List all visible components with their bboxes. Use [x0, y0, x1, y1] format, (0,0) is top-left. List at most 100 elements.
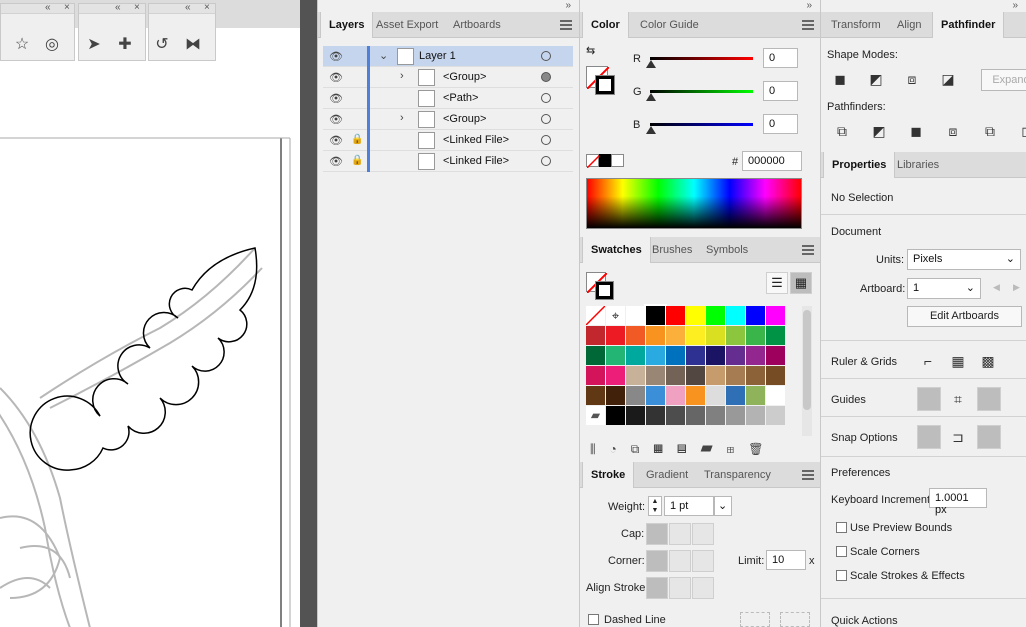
visibility-eye-icon[interactable]: 👁: [329, 134, 343, 147]
r-slider-knob[interactable]: [646, 60, 656, 68]
panel-menu-icon[interactable]: [802, 245, 814, 255]
color-swatch[interactable]: [766, 326, 785, 345]
color-swatch[interactable]: [706, 306, 725, 325]
tray-header[interactable]: « ×: [149, 2, 215, 14]
tray-header[interactable]: « ×: [79, 2, 145, 14]
reflect-icon[interactable]: ⧓: [182, 34, 204, 56]
color-swatch[interactable]: [666, 406, 685, 425]
use-preview-bounds-checkbox[interactable]: [836, 522, 847, 533]
collapse-icon[interactable]: «: [45, 2, 51, 13]
tray-header[interactable]: « ×: [1, 2, 74, 14]
scale-corners-checkbox[interactable]: [836, 546, 847, 557]
color-swatch[interactable]: [706, 366, 725, 385]
next-artboard-icon[interactable]: ▶: [1013, 282, 1020, 293]
color-swatch[interactable]: [726, 346, 745, 365]
color-swatch[interactable]: [766, 366, 785, 385]
snap-to-pixel-icon[interactable]: ⊐: [947, 426, 969, 448]
color-swatch[interactable]: [586, 366, 605, 385]
b-slider-knob[interactable]: [646, 126, 656, 134]
bevel-join-icon[interactable]: [692, 550, 714, 572]
color-swatch[interactable]: [666, 346, 685, 365]
color-swatch[interactable]: [686, 306, 705, 325]
color-swatch[interactable]: [586, 386, 605, 405]
units-dropdown[interactable]: Pixels ⌄: [907, 249, 1021, 270]
tab-pathfinder[interactable]: Pathfinder: [932, 12, 1005, 38]
outline-icon[interactable]: ⧉: [979, 120, 1001, 142]
scrollbar-thumb[interactable]: [803, 310, 811, 410]
layer-name[interactable]: <Path>: [443, 92, 478, 104]
list-view-icon[interactable]: ☰: [766, 272, 788, 294]
swatch-stroke[interactable]: [595, 281, 614, 300]
crop-icon[interactable]: ⧈: [942, 120, 964, 142]
color-swatch[interactable]: [666, 306, 685, 325]
color-swatch[interactable]: [606, 366, 625, 385]
color-swatch[interactable]: [606, 346, 625, 365]
color-swatch[interactable]: [726, 406, 745, 425]
folder-icon[interactable]: ▰: [701, 442, 727, 456]
tab-color[interactable]: Color: [582, 12, 629, 38]
panel-menu-icon[interactable]: [560, 20, 572, 30]
close-icon[interactable]: ×: [204, 2, 210, 13]
intersect-icon[interactable]: ⧈: [901, 68, 923, 90]
tab-stroke[interactable]: Stroke: [582, 462, 635, 488]
b-slider[interactable]: [650, 123, 753, 126]
weight-stepper[interactable]: ▲ ▼: [648, 496, 662, 516]
tab-layers[interactable]: Layers: [320, 12, 374, 38]
color-swatch[interactable]: [746, 386, 765, 405]
color-group-icon[interactable]: ▦: [653, 442, 677, 456]
color-swatch[interactable]: [646, 346, 665, 365]
color-swatch[interactable]: [646, 366, 665, 385]
layer-name[interactable]: <Linked File>: [443, 134, 509, 146]
limit-field[interactable]: 10: [766, 550, 806, 570]
color-swatch[interactable]: [646, 406, 665, 425]
exclude-icon[interactable]: ◪: [937, 68, 959, 90]
weight-field[interactable]: 1 pt: [664, 496, 714, 516]
color-swatch[interactable]: [766, 346, 785, 365]
folder-icon[interactable]: ▰: [586, 406, 605, 425]
r-value-field[interactable]: 0: [763, 48, 798, 68]
lock-icon[interactable]: 🔒: [351, 134, 363, 145]
add-anchor-icon[interactable]: ✚: [114, 34, 136, 56]
color-swatch[interactable]: [646, 326, 665, 345]
align-outside-icon[interactable]: [692, 577, 714, 599]
layer-name[interactable]: <Group>: [443, 71, 486, 83]
close-icon[interactable]: ×: [64, 2, 70, 13]
trim-icon[interactable]: ◩: [868, 120, 890, 142]
panel-menu-icon[interactable]: [802, 20, 814, 30]
color-swatch[interactable]: [706, 346, 725, 365]
dashed-line-checkbox[interactable]: [588, 614, 599, 625]
grid-view-icon[interactable]: ▦: [790, 272, 812, 294]
color-swatch[interactable]: [706, 406, 725, 425]
divide-icon[interactable]: ⧉: [831, 120, 853, 142]
blob-brush-icon[interactable]: ◎: [41, 34, 63, 56]
edit-artboards-button[interactable]: Edit Artboards: [907, 306, 1022, 327]
layer-row[interactable]: 👁 ⌄ Layer 1: [323, 46, 573, 67]
color-swatch[interactable]: [746, 306, 765, 325]
show-guides-icon[interactable]: [917, 387, 941, 411]
snap-to-point-icon[interactable]: [917, 425, 941, 449]
color-swatch[interactable]: [626, 386, 645, 405]
direct-select-icon[interactable]: ➤: [83, 34, 105, 56]
black-color-button[interactable]: [599, 154, 611, 167]
tab-transform[interactable]: Transform: [823, 12, 889, 38]
color-swatch[interactable]: [686, 366, 705, 385]
minus-back-icon[interactable]: ◻: [1016, 120, 1026, 142]
expand-toggle-icon[interactable]: ⌄: [379, 49, 388, 62]
color-swatch[interactable]: [646, 386, 665, 405]
color-swatch[interactable]: [666, 386, 685, 405]
color-swatch[interactable]: [626, 406, 645, 425]
tab-align[interactable]: Align: [889, 12, 929, 38]
color-swatch[interactable]: [644, 304, 667, 327]
color-swatch[interactable]: [746, 406, 765, 425]
smart-guides-icon[interactable]: [977, 387, 1001, 411]
minus-front-icon[interactable]: ◩: [865, 68, 887, 90]
tab-libraries[interactable]: Libraries: [889, 152, 947, 178]
color-swatch[interactable]: [746, 326, 765, 345]
swatches-scrollbar[interactable]: [802, 306, 812, 436]
sublayer-row[interactable]: 👁 › <Group>: [323, 67, 573, 88]
collapse-icon[interactable]: «: [185, 2, 191, 13]
white-color-button[interactable]: [611, 154, 624, 167]
sublayer-row[interactable]: 👁 › <Group>: [323, 109, 573, 130]
color-swatch[interactable]: [726, 326, 745, 345]
color-swatch[interactable]: [766, 306, 785, 325]
